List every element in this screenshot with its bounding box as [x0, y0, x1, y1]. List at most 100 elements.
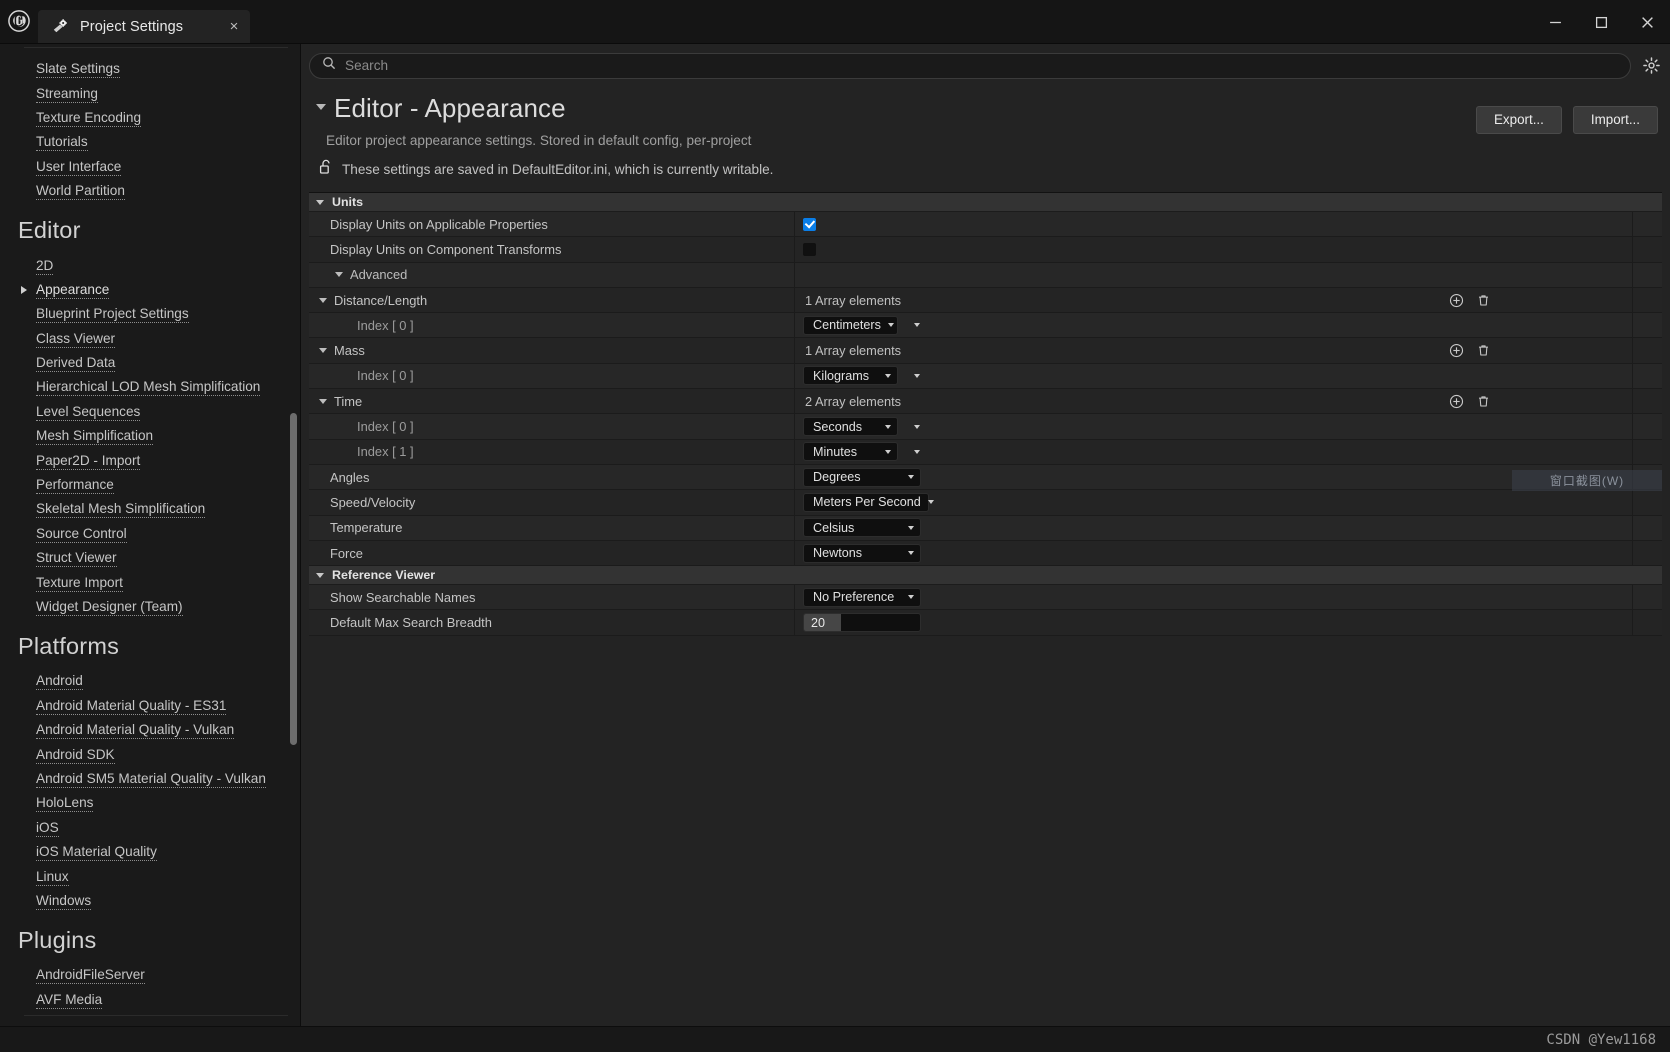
sidebar-item-hololens[interactable]: HoloLens: [0, 791, 300, 815]
sidebar-item-class-viewer[interactable]: Class Viewer: [0, 327, 300, 351]
dropdown-value: Centimeters: [813, 318, 881, 333]
collapse-caret-icon[interactable]: [316, 572, 324, 578]
sidebar-item-source-control[interactable]: Source Control: [0, 522, 300, 546]
sidebar-item-performance[interactable]: Performance: [0, 473, 300, 497]
row-extra-cell: [1633, 414, 1662, 438]
collapse-caret-icon[interactable]: [316, 199, 324, 205]
property-value-cell: [795, 212, 1633, 237]
import-button[interactable]: Import...: [1572, 106, 1658, 134]
dropdown-value: Minutes: [813, 444, 858, 459]
sidebar-item-label: Linux: [36, 868, 69, 886]
delete-icon[interactable]: [1475, 393, 1492, 410]
search-icon: [322, 56, 336, 75]
sidebar-item-widget-designer-team[interactable]: Widget Designer (Team): [0, 595, 300, 619]
reset-chevron-icon[interactable]: [914, 424, 920, 429]
row-extra-cell: [1633, 338, 1662, 362]
close-icon[interactable]: ×: [224, 17, 244, 37]
reset-chevron-icon[interactable]: [914, 323, 920, 328]
sidebar-item-windows[interactable]: Windows: [0, 889, 300, 913]
add-element-icon[interactable]: [1448, 342, 1465, 359]
sidebar-item-slate-settings[interactable]: Slate Settings: [0, 57, 300, 81]
property-label-cell: Index [ 0 ]: [309, 414, 795, 439]
expand-caret-icon[interactable]: [319, 348, 327, 354]
sidebar-item-skeletal-mesh-simplification[interactable]: Skeletal Mesh Simplification: [0, 497, 300, 521]
property-value-cell: Minutes: [795, 439, 1633, 464]
checkbox-unchecked[interactable]: [803, 242, 816, 256]
unit-dropdown[interactable]: Celsius: [803, 518, 921, 538]
sidebar-item-world-partition[interactable]: World Partition: [0, 179, 300, 203]
sidebar-item-level-sequences[interactable]: Level Sequences: [0, 400, 300, 424]
sidebar-item-label: Mesh Simplification: [36, 428, 154, 446]
sidebar-item-2d[interactable]: 2D: [0, 253, 300, 277]
property-row: Force Newtons: [309, 540, 1662, 567]
sidebar-item-texture-encoding[interactable]: Texture Encoding: [0, 106, 300, 130]
sidebar-item-ios-material-quality[interactable]: iOS Material Quality: [0, 840, 300, 864]
delete-icon[interactable]: [1475, 342, 1492, 359]
unit-dropdown[interactable]: Meters Per Second: [803, 492, 934, 512]
sidebar-item-label: Skeletal Mesh Simplification: [36, 501, 206, 519]
tab-project-settings[interactable]: Project Settings ×: [38, 10, 250, 43]
export-button[interactable]: Export...: [1476, 106, 1562, 134]
dropdown-value: Celsius: [813, 520, 855, 535]
sidebar-item-user-interface[interactable]: User Interface: [0, 155, 300, 179]
maximize-icon[interactable]: [1578, 0, 1624, 44]
sidebar-item-mesh-simplification[interactable]: Mesh Simplification: [0, 424, 300, 448]
expand-caret-icon[interactable]: [335, 272, 343, 278]
sidebar-item-android-material-quality-vulkan[interactable]: Android Material Quality - Vulkan: [0, 718, 300, 742]
property-value-cell: Kilograms: [795, 363, 1633, 389]
search-input[interactable]: Search: [309, 52, 1631, 79]
unit-dropdown[interactable]: Kilograms: [803, 366, 898, 386]
checkbox-checked[interactable]: [803, 217, 816, 231]
sidebar-item-android-sm5-material-quality-vulkan[interactable]: Android SM5 Material Quality - Vulkan: [0, 767, 300, 791]
sidebar-item-label: Texture Import: [36, 574, 123, 592]
sidebar-item-android-sdk[interactable]: Android SDK: [0, 742, 300, 766]
sidebar-item-android[interactable]: Android: [0, 669, 300, 693]
expand-caret-icon[interactable]: [319, 297, 327, 303]
sidebar-item-linux[interactable]: Linux: [0, 864, 300, 888]
property-label: Index [ 1 ]: [357, 444, 414, 460]
chevron-down-icon: [908, 525, 914, 530]
unit-dropdown[interactable]: No Preference: [803, 587, 921, 607]
unit-dropdown[interactable]: Newtons: [803, 543, 921, 563]
property-label: Index [ 0 ]: [357, 419, 414, 435]
group-header-units[interactable]: Units: [309, 193, 1662, 212]
unit-dropdown[interactable]: Degrees: [803, 467, 921, 487]
sidebar-item-struct-viewer[interactable]: Struct Viewer: [0, 546, 300, 570]
sidebar-item-avf-media[interactable]: AVF Media: [0, 988, 300, 1012]
add-element-icon[interactable]: [1448, 292, 1465, 309]
sidebar-item-android-material-quality-es31[interactable]: Android Material Quality - ES31: [0, 694, 300, 718]
property-label-cell: Mass: [309, 338, 795, 363]
gear-icon[interactable]: [1640, 55, 1662, 77]
sidebar-item-tutorials[interactable]: Tutorials: [0, 130, 300, 154]
delete-icon[interactable]: [1475, 292, 1492, 309]
dropdown-value: No Preference: [813, 590, 895, 605]
reset-chevron-icon[interactable]: [914, 449, 920, 454]
property-label-cell: Advanced: [309, 262, 795, 287]
sidebar-item-derived-data[interactable]: Derived Data: [0, 351, 300, 375]
row-extra-cell: [1633, 237, 1662, 261]
reset-chevron-icon[interactable]: [914, 373, 920, 378]
unit-dropdown[interactable]: Seconds: [803, 417, 898, 437]
expand-caret-icon[interactable]: [319, 398, 327, 404]
sidebar-item-ios[interactable]: iOS: [0, 816, 300, 840]
sidebar-item-paper2d-import[interactable]: Paper2D - Import: [0, 448, 300, 472]
property-label: Force: [330, 545, 363, 561]
chevron-down-icon: [885, 373, 891, 378]
unit-dropdown[interactable]: Minutes: [803, 442, 898, 462]
sidebar-scrollbar[interactable]: [290, 413, 297, 745]
unit-dropdown[interactable]: Centimeters: [803, 315, 898, 335]
settings-sidebar[interactable]: Slate Settings Streaming Texture Encoding T…: [0, 44, 301, 1026]
sidebar-item-appearance[interactable]: Appearance: [0, 278, 300, 302]
sidebar-item-blueprint-project-settings[interactable]: Blueprint Project Settings: [0, 302, 300, 326]
collapse-triangle-icon[interactable]: [316, 104, 326, 110]
sidebar-item-androidfileserver[interactable]: AndroidFileServer: [0, 963, 300, 987]
sidebar-item-streaming[interactable]: Streaming: [0, 81, 300, 105]
minimize-icon[interactable]: [1532, 0, 1578, 44]
sidebar-item-texture-import[interactable]: Texture Import: [0, 570, 300, 594]
sidebar-item-hierarchical-lod-mesh-simplification[interactable]: Hierarchical LOD Mesh Simplification: [0, 375, 300, 399]
add-element-icon[interactable]: [1448, 393, 1465, 410]
expand-arrow-icon[interactable]: [21, 285, 27, 294]
number-input[interactable]: 20: [803, 613, 921, 633]
close-window-icon[interactable]: [1624, 0, 1670, 44]
group-header-reference-viewer[interactable]: Reference Viewer: [309, 566, 1662, 586]
